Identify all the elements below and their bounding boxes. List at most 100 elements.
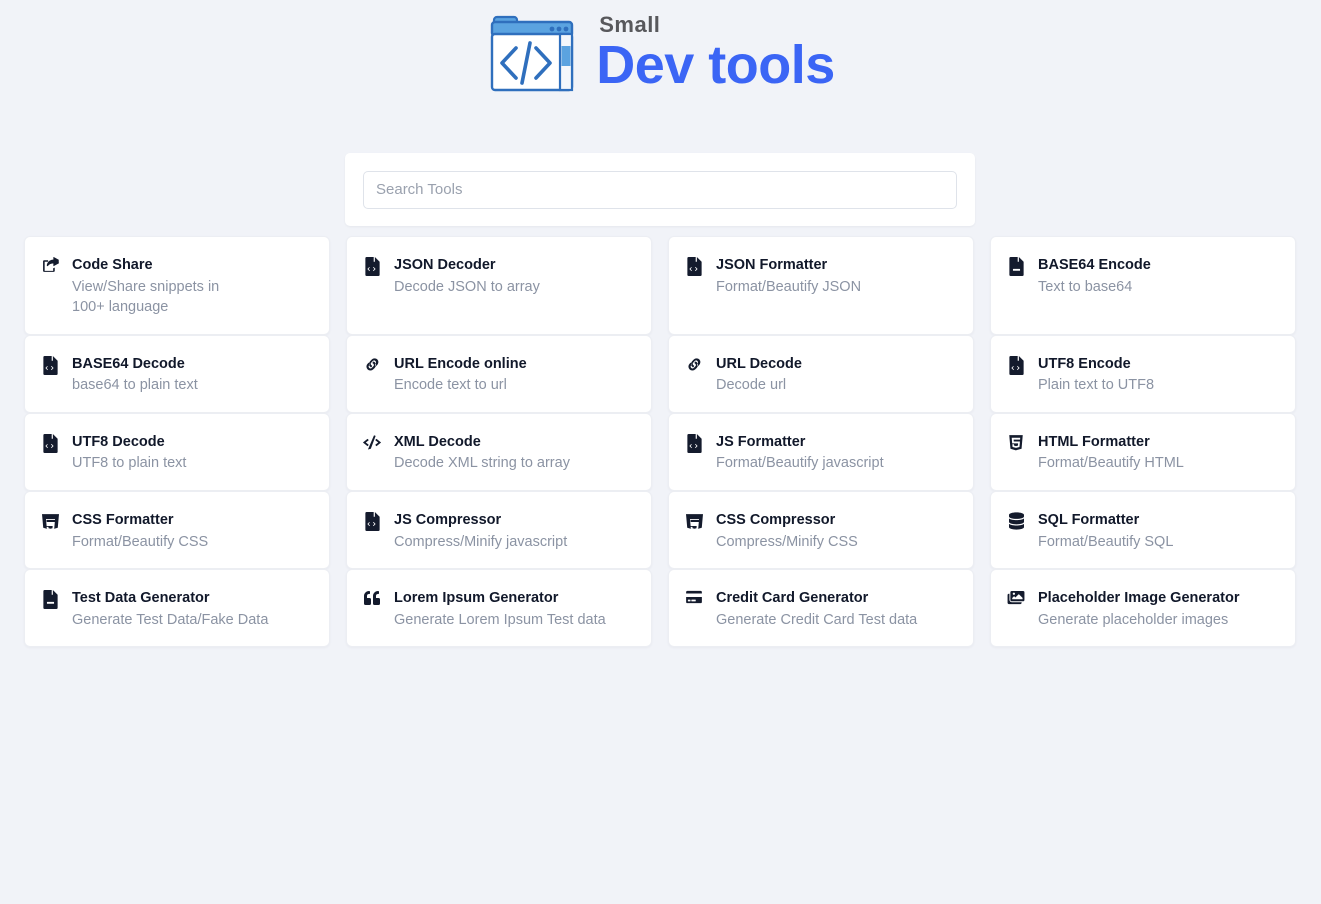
tool-card[interactable]: Credit Card Generator Generate Credit Car… <box>668 569 974 648</box>
file-code-icon <box>41 433 59 454</box>
tool-card-body: Test Data Generator Generate Test Data/Fa… <box>72 589 268 630</box>
tool-description: Format/Beautify javascript <box>716 455 884 472</box>
tool-card[interactable]: JS Compressor Compress/Minify javascript <box>346 491 652 570</box>
tool-title: HTML Formatter <box>1038 433 1150 450</box>
tool-title: JS Formatter <box>716 433 806 450</box>
tool-card-body: URL Encode online Encode text to url <box>394 355 527 396</box>
tool-card[interactable]: BASE64 Encode Text to base64 <box>990 236 1296 335</box>
tool-description: Text to base64 <box>1038 278 1133 295</box>
tool-description: Generate Test Data/Fake Data <box>72 611 269 628</box>
link-icon <box>685 356 703 376</box>
tool-card-body: Placeholder Image Generator Generate plac… <box>1038 589 1239 630</box>
tool-card[interactable]: JSON Formatter Format/Beautify JSON <box>668 236 974 335</box>
tool-description: Format/Beautify HTML <box>1038 455 1184 472</box>
tool-card-body: Credit Card Generator Generate Credit Car… <box>716 589 917 630</box>
tool-card[interactable]: URL Encode online Encode text to url <box>346 334 652 413</box>
tool-card[interactable]: XML Decode Decode XML string to array <box>346 412 652 491</box>
tool-card-body: CSS Compressor Compress/Minify CSS <box>716 511 858 552</box>
tool-card[interactable]: URL Decode Decode url <box>668 334 974 413</box>
tool-card-body: BASE64 Decode base64 to plain text <box>72 355 198 396</box>
tool-title: Placeholder Image Generator <box>1038 590 1240 607</box>
tool-card-body: Lorem Ipsum Generator Generate Lorem Ipsu… <box>394 589 606 630</box>
file-code-icon <box>685 433 703 454</box>
tool-card[interactable]: Test Data Generator Generate Test Data/Fa… <box>24 569 330 648</box>
tool-card-body: JS Compressor Compress/Minify javascript <box>394 511 567 552</box>
tool-title: Lorem Ipsum Generator <box>394 590 559 607</box>
tool-card-body: JS Formatter Format/Beautify javascript <box>716 433 884 474</box>
search-input[interactable] <box>363 170 957 209</box>
tool-description: Format/Beautify JSON <box>716 278 862 295</box>
tool-description: Plain text to UTF8 <box>1038 377 1155 394</box>
logo-small-text: Small <box>599 12 661 38</box>
site-logo[interactable]: Small Dev tools <box>486 10 835 98</box>
css3-icon <box>685 512 703 532</box>
tool-title: UTF8 Encode <box>1038 355 1131 372</box>
database-icon <box>1007 512 1025 532</box>
tool-title: JS Compressor <box>394 512 502 528</box>
tool-card-body: BASE64 Encode Text to base64 <box>1038 256 1151 297</box>
tool-title: Test Data Generator <box>72 590 210 607</box>
link-icon <box>363 356 381 376</box>
tool-description: Encode text to url <box>394 377 507 394</box>
tool-card[interactable]: HTML Formatter Format/Beautify HTML <box>990 412 1296 491</box>
tool-title: XML Decode <box>394 433 481 450</box>
tool-description: Compress/Minify javascript <box>394 533 568 550</box>
tool-title: Credit Card Generator <box>716 590 869 607</box>
credit-card-icon <box>685 590 703 610</box>
tool-card-body: URL Decode Decode url <box>716 355 802 396</box>
tool-card[interactable]: UTF8 Decode UTF8 to plain text <box>24 412 330 491</box>
search-panel <box>345 153 975 226</box>
tool-description: Generate Credit Card Test data <box>716 611 918 628</box>
file-code-icon <box>1007 355 1025 376</box>
file-alt-icon <box>41 590 59 610</box>
tool-card[interactable]: JS Formatter Format/Beautify javascript <box>668 412 974 491</box>
file-code-icon <box>363 257 381 277</box>
tool-card-body: Code Share View/Share snippets in 100+ la… <box>72 256 244 318</box>
page-root: Small Dev tools Code Share View/Share sni… <box>0 0 1321 904</box>
tool-card[interactable]: BASE64 Decode base64 to plain text <box>24 334 330 413</box>
tool-description: Decode url <box>716 377 787 394</box>
tool-title: Code Share <box>72 257 153 273</box>
tool-title: URL Decode <box>716 355 802 372</box>
tool-title: CSS Formatter <box>72 512 174 528</box>
logo-main-text: Dev tools <box>596 35 835 96</box>
tool-card[interactable]: CSS Formatter Format/Beautify CSS <box>24 491 330 570</box>
tool-description: base64 to plain text <box>72 377 198 394</box>
tool-card-body: SQL Formatter Format/Beautify SQL <box>1038 511 1173 552</box>
tool-description: Generate placeholder images <box>1038 611 1229 628</box>
tool-description: Compress/Minify CSS <box>716 533 858 550</box>
tool-title: JSON Formatter <box>716 257 828 273</box>
quote-left-icon <box>363 590 381 610</box>
tool-description: Format/Beautify SQL <box>1038 533 1174 550</box>
tool-card[interactable]: Code Share View/Share snippets in 100+ la… <box>24 236 330 335</box>
tool-card[interactable]: CSS Compressor Compress/Minify CSS <box>668 491 974 570</box>
site-header: Small Dev tools <box>0 0 1321 98</box>
tool-description: Generate Lorem Ipsum Test data <box>394 611 606 628</box>
file-code-icon <box>685 257 703 277</box>
tool-title: JSON Decoder <box>394 257 496 273</box>
file-alt-icon <box>1007 257 1025 277</box>
html5-icon <box>1007 434 1025 454</box>
tool-title: UTF8 Decode <box>72 433 165 450</box>
tool-title: BASE64 Encode <box>1038 257 1151 273</box>
tool-description: Decode JSON to array <box>394 278 540 295</box>
css3-icon <box>41 512 59 532</box>
tool-card[interactable]: Lorem Ipsum Generator Generate Lorem Ipsu… <box>346 569 652 648</box>
tool-card-body: UTF8 Decode UTF8 to plain text <box>72 433 186 474</box>
tool-title: BASE64 Decode <box>72 355 185 372</box>
tool-card[interactable]: Placeholder Image Generator Generate plac… <box>990 569 1296 648</box>
tool-card[interactable]: JSON Decoder Decode JSON to array <box>346 236 652 335</box>
tool-card-body: UTF8 Encode Plain text to UTF8 <box>1038 355 1154 396</box>
tool-description: Decode XML string to array <box>394 455 570 472</box>
tool-card[interactable]: UTF8 Encode Plain text to UTF8 <box>990 334 1296 413</box>
tool-card-body: CSS Formatter Format/Beautify CSS <box>72 511 208 552</box>
tool-title: SQL Formatter <box>1038 512 1140 528</box>
file-code-icon <box>41 355 59 376</box>
tool-grid: Code Share View/Share snippets in 100+ la… <box>24 236 1297 648</box>
file-code-icon <box>363 512 381 532</box>
logo-wordmark: Small Dev tools <box>596 14 835 93</box>
tool-description: UTF8 to plain text <box>72 455 187 472</box>
share-square-icon <box>41 257 59 277</box>
images-icon <box>1007 590 1025 610</box>
tool-card[interactable]: SQL Formatter Format/Beautify SQL <box>990 491 1296 570</box>
